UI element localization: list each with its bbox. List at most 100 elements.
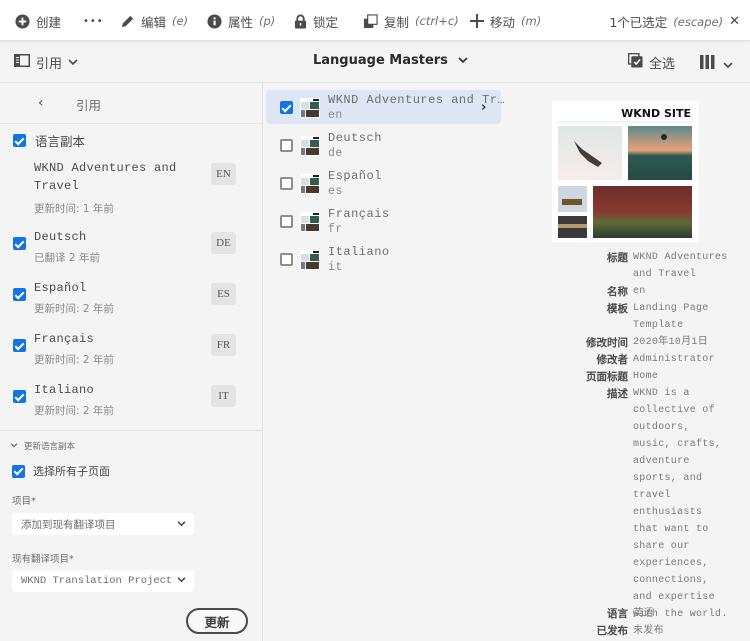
meta-key: 描述 (607, 388, 628, 400)
list-item[interactable]: Español es (266, 166, 501, 200)
update-language-copies-toggle[interactable]: 更新语言副本 (10, 440, 75, 452)
properties-button[interactable]: 属性 (p) (207, 12, 275, 30)
meta-value: 2020年10月1日 (633, 337, 709, 348)
language-copy-name: Italiano (34, 383, 95, 397)
item-title: Español (328, 169, 382, 183)
close-icon[interactable]: ✕ (729, 14, 740, 29)
list-item[interactable]: WKND Adventures and Tr… en › (266, 90, 505, 124)
back-chevron-icon[interactable]: ‹ (38, 95, 44, 111)
view-switcher[interactable] (700, 54, 733, 73)
page-thumbnail (300, 136, 320, 156)
chevron-right-icon[interactable]: › (481, 100, 486, 115)
language-badge: DE (211, 232, 236, 254)
item-checkbox[interactable] (280, 215, 293, 228)
pencil-icon (120, 14, 135, 29)
language-copy-name: WKND Adventures and Travel (34, 161, 177, 193)
item-name: it (328, 261, 343, 274)
meta-key: 名称 (607, 286, 628, 298)
more-icon: ••• (83, 15, 104, 27)
header-bar: 引用 Language Masters 全选 (0, 41, 750, 83)
item-title: Français (328, 207, 390, 221)
meta-value: Administrator (633, 354, 715, 365)
existing-project-select-value: WKND Translation Project (21, 575, 173, 587)
edit-button[interactable]: 编辑 (e) (120, 12, 188, 30)
language-copy-meta: 更新时间: 2 年前 (34, 405, 114, 417)
copy-button[interactable]: 复制 (ctrl+c) (363, 12, 459, 30)
properties-label: 属性 (228, 14, 254, 30)
copy-icon (363, 13, 378, 29)
item-checkbox[interactable] (280, 253, 293, 266)
rail-header: ‹ 引用 (0, 83, 262, 124)
chevron-down-icon (723, 54, 733, 73)
item-checkbox[interactable] (280, 139, 293, 152)
language-copies-label: 语言副本 (35, 134, 86, 149)
copy-label: 复制 (384, 14, 410, 30)
project-select[interactable]: 添加到现有翻译项目 (12, 513, 194, 535)
item-checkbox[interactable] (280, 101, 293, 114)
rail-selector-label: 引用 (36, 57, 63, 72)
meta-value: WKND Adventures and Travel (633, 252, 728, 280)
move-shortcut: (m) (521, 14, 542, 28)
meta-value: Landing Page Template (633, 303, 709, 331)
references-rail: ‹ 引用 语言副本 WKND Adventures and Travel 更新时… (0, 83, 263, 641)
chevron-down-icon (10, 441, 18, 451)
language-copies-checkbox[interactable] (13, 134, 26, 147)
meta-key: 页面标题 (586, 371, 628, 383)
update-button[interactable]: 更新 (186, 608, 248, 634)
select-all-button[interactable]: 全选 (627, 52, 676, 72)
language-copy-name: Español (34, 281, 87, 295)
divider (0, 430, 262, 431)
item-name: fr (328, 223, 343, 236)
language-badge: ES (211, 283, 236, 305)
lock-icon (294, 14, 307, 29)
meta-key: 已发布 (596, 625, 629, 637)
selection-info: 1个已选定 (escape) ✕ (609, 12, 740, 31)
column-view-icon (700, 54, 715, 73)
item-checkbox[interactable] (280, 177, 293, 190)
language-copy-meta: 更新时间: 2 年前 (34, 303, 114, 315)
page-thumbnail (300, 212, 320, 232)
meta-key: 修改时间 (586, 337, 628, 349)
language-copy-meta: 更新时间: 2 年前 (34, 354, 114, 366)
list-item[interactable]: Italiano it (266, 242, 501, 276)
move-button[interactable]: 移动 (m) (470, 12, 541, 30)
item-name: de (328, 147, 343, 160)
language-copies-header[interactable]: 语言副本 (13, 131, 85, 150)
list-item[interactable]: Français fr (266, 204, 501, 238)
rail-title: 引用 (76, 98, 102, 113)
page-thumbnail (300, 250, 320, 270)
meta-key: 修改者 (596, 354, 629, 366)
plus-circle-icon (15, 13, 30, 29)
language-copy-checkbox[interactable] (13, 390, 26, 403)
language-badge: FR (211, 334, 236, 356)
language-badge: EN (211, 163, 236, 185)
page-preview: WKND SITE (552, 101, 699, 242)
language-copy-name: Français (34, 332, 95, 346)
breadcrumb[interactable]: Language Masters (313, 53, 468, 68)
rail-selector[interactable]: 引用 (14, 53, 78, 72)
meta-value: 英语 (633, 608, 654, 619)
escape-hint: (escape) (673, 14, 724, 29)
list-item[interactable]: Deutsch de (266, 128, 501, 162)
item-name: en (328, 109, 343, 122)
language-copy-checkbox[interactable] (13, 237, 26, 250)
language-copy-checkbox[interactable] (13, 288, 26, 301)
lock-button[interactable]: 锁定 (294, 12, 338, 30)
chevron-down-icon (177, 575, 186, 587)
meta-key: 语言 (607, 608, 628, 620)
select-subpages-checkbox[interactable] (12, 464, 25, 478)
existing-project-select[interactable]: WKND Translation Project (12, 570, 194, 592)
move-label: 移动 (490, 14, 516, 30)
more-button[interactable]: ••• (83, 12, 104, 30)
item-name: es (328, 185, 343, 198)
meta-value: Home (633, 371, 659, 382)
chevron-down-icon (458, 53, 468, 68)
language-copy-checkbox[interactable] (13, 339, 26, 352)
preview-site-title: WKND SITE (621, 107, 691, 120)
select-all-label: 全选 (649, 57, 676, 72)
select-subpages-option[interactable]: 选择所有子页面 (12, 463, 110, 479)
create-button[interactable]: 创建 (15, 12, 61, 30)
selection-count: 1个已选定 (609, 15, 668, 30)
language-copy-meta: 已翻译 2 年前 (34, 252, 100, 264)
meta-key: 模板 (607, 303, 628, 315)
